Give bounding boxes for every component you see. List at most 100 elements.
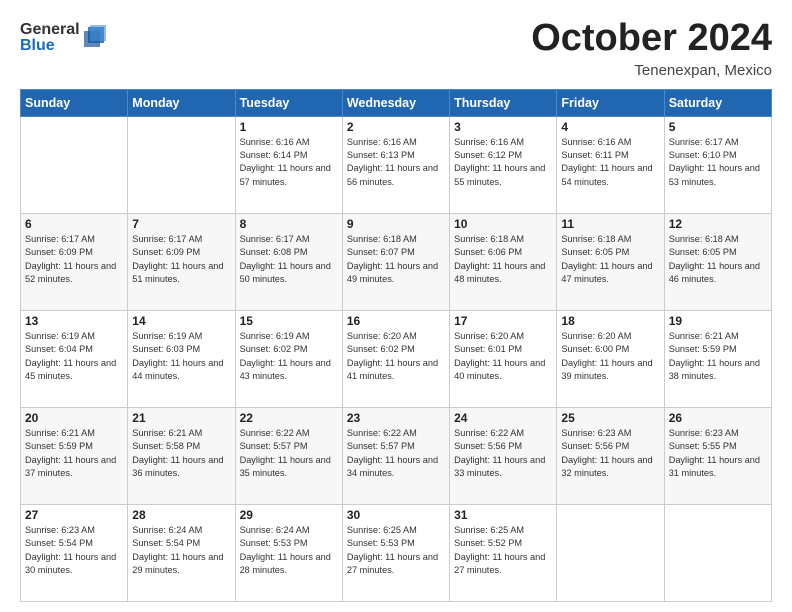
logo-blue: Blue (20, 38, 80, 54)
header: General Blue October 2024 Tenenexpan, Me… (20, 18, 772, 79)
calendar-cell: 28 Sunrise: 6:24 AMSunset: 5:54 PMDayligh… (128, 504, 235, 601)
calendar-week-row: 1 Sunrise: 6:16 AMSunset: 6:14 PMDaylight… (21, 116, 772, 213)
cell-info: Sunrise: 6:22 AMSunset: 5:56 PMDaylight:… (454, 427, 552, 480)
day-number: 19 (669, 314, 767, 328)
calendar-day-header: Monday (128, 89, 235, 116)
calendar-cell: 1 Sunrise: 6:16 AMSunset: 6:14 PMDaylight… (235, 116, 342, 213)
calendar-cell: 17 Sunrise: 6:20 AMSunset: 6:01 PMDayligh… (450, 310, 557, 407)
cell-info: Sunrise: 6:18 AMSunset: 6:05 PMDaylight:… (561, 233, 659, 286)
calendar-cell (128, 116, 235, 213)
day-number: 14 (132, 314, 230, 328)
cell-info: Sunrise: 6:16 AMSunset: 6:13 PMDaylight:… (347, 136, 445, 189)
calendar-cell: 16 Sunrise: 6:20 AMSunset: 6:02 PMDayligh… (342, 310, 449, 407)
location: Tenenexpan, Mexico (531, 62, 772, 79)
cell-info: Sunrise: 6:20 AMSunset: 6:02 PMDaylight:… (347, 330, 445, 383)
day-number: 15 (240, 314, 338, 328)
cell-info: Sunrise: 6:16 AMSunset: 6:11 PMDaylight:… (561, 136, 659, 189)
calendar-cell: 31Sunrise: 6:25 AMSunset: 5:52 PMDayligh… (450, 504, 557, 601)
logo: General Blue (20, 22, 106, 54)
cell-info: Sunrise: 6:23 AMSunset: 5:56 PMDaylight:… (561, 427, 659, 480)
day-number: 29 (240, 508, 338, 522)
day-number: 17 (454, 314, 552, 328)
cell-info: Sunrise: 6:24 AMSunset: 5:54 PMDaylight:… (132, 524, 230, 577)
day-number: 9 (347, 217, 445, 231)
day-number: 6 (25, 217, 123, 231)
calendar-cell: 11 Sunrise: 6:18 AMSunset: 6:05 PMDayligh… (557, 213, 664, 310)
calendar-cell: 14 Sunrise: 6:19 AMSunset: 6:03 PMDayligh… (128, 310, 235, 407)
calendar-cell: 6 Sunrise: 6:17 AMSunset: 6:09 PMDaylight… (21, 213, 128, 310)
cell-info: Sunrise: 6:21 AMSunset: 5:59 PMDaylight:… (669, 330, 767, 383)
month-title: October 2024 (531, 18, 772, 60)
calendar-day-header: Friday (557, 89, 664, 116)
day-number: 13 (25, 314, 123, 328)
calendar-cell: 3 Sunrise: 6:16 AMSunset: 6:12 PMDaylight… (450, 116, 557, 213)
cell-info: Sunrise: 6:18 AMSunset: 6:07 PMDaylight:… (347, 233, 445, 286)
day-number: 27 (25, 508, 123, 522)
day-number: 1 (240, 120, 338, 134)
day-number: 20 (25, 411, 123, 425)
cell-info: Sunrise: 6:22 AMSunset: 5:57 PMDaylight:… (240, 427, 338, 480)
day-number: 26 (669, 411, 767, 425)
calendar-header-row: SundayMondayTuesdayWednesdayThursdayFrid… (21, 89, 772, 116)
calendar-day-header: Sunday (21, 89, 128, 116)
calendar-week-row: 20 Sunrise: 6:21 AMSunset: 5:59 PMDayligh… (21, 407, 772, 504)
calendar-cell: 5Sunrise: 6:17 AMSunset: 6:10 PMDaylight… (664, 116, 771, 213)
day-number: 5 (669, 120, 767, 134)
calendar-day-header: Saturday (664, 89, 771, 116)
day-number: 31 (454, 508, 552, 522)
calendar-day-header: Tuesday (235, 89, 342, 116)
day-number: 7 (132, 217, 230, 231)
cell-info: Sunrise: 6:23 AMSunset: 5:54 PMDaylight:… (25, 524, 123, 577)
cell-info: Sunrise: 6:19 AMSunset: 6:04 PMDaylight:… (25, 330, 123, 383)
day-number: 22 (240, 411, 338, 425)
calendar-cell: 30Sunrise: 6:25 AMSunset: 5:53 PMDayligh… (342, 504, 449, 601)
cell-info: Sunrise: 6:18 AMSunset: 6:05 PMDaylight:… (669, 233, 767, 286)
logo-icon (84, 25, 106, 51)
calendar-cell: 20 Sunrise: 6:21 AMSunset: 5:59 PMDayligh… (21, 407, 128, 504)
cell-info: Sunrise: 6:25 AMSunset: 5:53 PMDaylight:… (347, 524, 445, 577)
calendar-cell: 12Sunrise: 6:18 AMSunset: 6:05 PMDayligh… (664, 213, 771, 310)
cell-info: Sunrise: 6:16 AMSunset: 6:14 PMDaylight:… (240, 136, 338, 189)
calendar-cell: 10 Sunrise: 6:18 AMSunset: 6:06 PMDayligh… (450, 213, 557, 310)
day-number: 16 (347, 314, 445, 328)
calendar-week-row: 6 Sunrise: 6:17 AMSunset: 6:09 PMDaylight… (21, 213, 772, 310)
logo-general: General (20, 22, 80, 38)
cell-info: Sunrise: 6:20 AMSunset: 6:01 PMDaylight:… (454, 330, 552, 383)
day-number: 11 (561, 217, 659, 231)
cell-info: Sunrise: 6:20 AMSunset: 6:00 PMDaylight:… (561, 330, 659, 383)
cell-info: Sunrise: 6:19 AMSunset: 6:02 PMDaylight:… (240, 330, 338, 383)
cell-info: Sunrise: 6:19 AMSunset: 6:03 PMDaylight:… (132, 330, 230, 383)
calendar-cell: 15 Sunrise: 6:19 AMSunset: 6:02 PMDayligh… (235, 310, 342, 407)
day-number: 21 (132, 411, 230, 425)
cell-info: Sunrise: 6:24 AMSunset: 5:53 PMDaylight:… (240, 524, 338, 577)
calendar-cell: 9 Sunrise: 6:18 AMSunset: 6:07 PMDaylight… (342, 213, 449, 310)
day-number: 25 (561, 411, 659, 425)
calendar-week-row: 27 Sunrise: 6:23 AMSunset: 5:54 PMDayligh… (21, 504, 772, 601)
calendar-cell (557, 504, 664, 601)
cell-info: Sunrise: 6:22 AMSunset: 5:57 PMDaylight:… (347, 427, 445, 480)
day-number: 8 (240, 217, 338, 231)
cell-info: Sunrise: 6:17 AMSunset: 6:09 PMDaylight:… (25, 233, 123, 286)
day-number: 3 (454, 120, 552, 134)
calendar-cell: 24Sunrise: 6:22 AMSunset: 5:56 PMDayligh… (450, 407, 557, 504)
calendar-cell: 19 Sunrise: 6:21 AMSunset: 5:59 PMDayligh… (664, 310, 771, 407)
cell-info: Sunrise: 6:21 AMSunset: 5:59 PMDaylight:… (25, 427, 123, 480)
day-number: 10 (454, 217, 552, 231)
cell-info: Sunrise: 6:23 AMSunset: 5:55 PMDaylight:… (669, 427, 767, 480)
cell-info: Sunrise: 6:21 AMSunset: 5:58 PMDaylight:… (132, 427, 230, 480)
calendar-cell: 29 Sunrise: 6:24 AMSunset: 5:53 PMDayligh… (235, 504, 342, 601)
day-number: 23 (347, 411, 445, 425)
title-block: October 2024 Tenenexpan, Mexico (531, 18, 772, 79)
cell-info: Sunrise: 6:16 AMSunset: 6:12 PMDaylight:… (454, 136, 552, 189)
calendar-cell: 27 Sunrise: 6:23 AMSunset: 5:54 PMDayligh… (21, 504, 128, 601)
calendar-cell (664, 504, 771, 601)
day-number: 4 (561, 120, 659, 134)
day-number: 28 (132, 508, 230, 522)
cell-info: Sunrise: 6:17 AMSunset: 6:08 PMDaylight:… (240, 233, 338, 286)
cell-info: Sunrise: 6:18 AMSunset: 6:06 PMDaylight:… (454, 233, 552, 286)
day-number: 18 (561, 314, 659, 328)
calendar-cell: 2Sunrise: 6:16 AMSunset: 6:13 PMDaylight… (342, 116, 449, 213)
calendar-cell (21, 116, 128, 213)
calendar-cell: 18 Sunrise: 6:20 AMSunset: 6:00 PMDayligh… (557, 310, 664, 407)
calendar-cell: 21 Sunrise: 6:21 AMSunset: 5:58 PMDayligh… (128, 407, 235, 504)
